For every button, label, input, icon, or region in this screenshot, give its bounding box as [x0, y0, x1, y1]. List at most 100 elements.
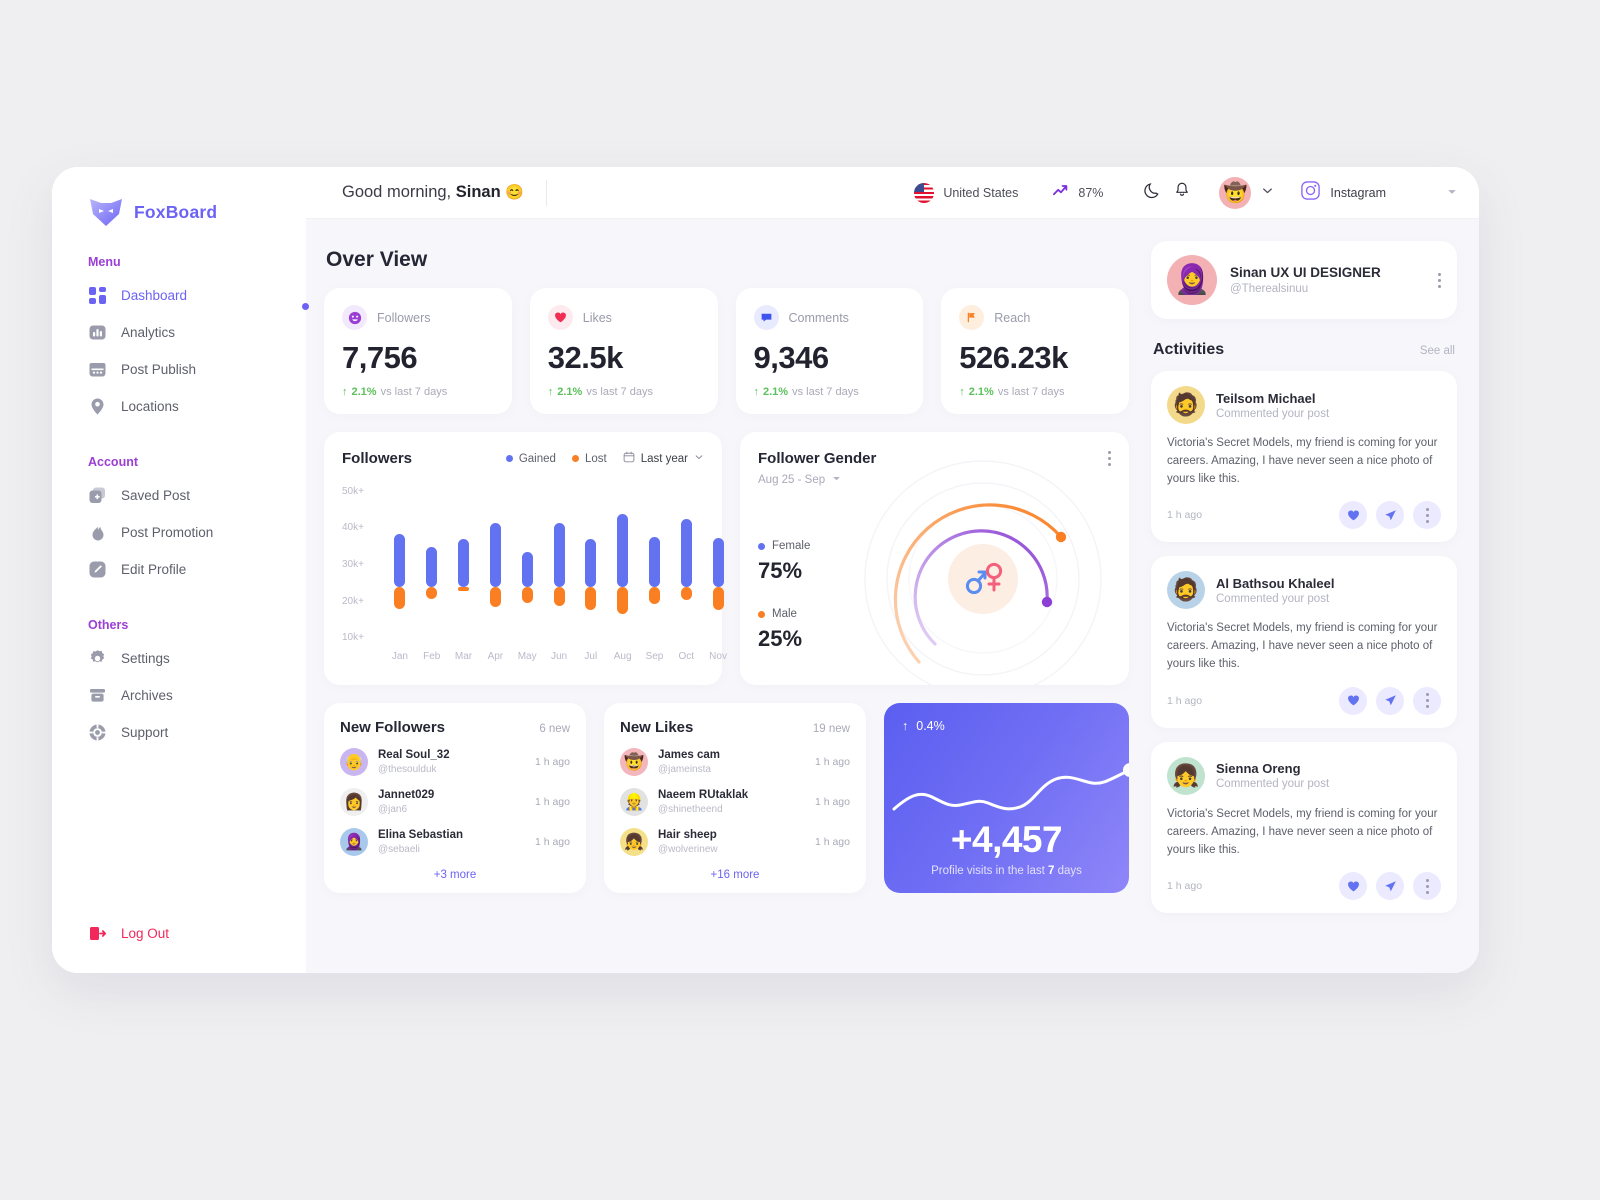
y-tick-label: 50k+	[342, 485, 364, 497]
new-followers-count: 6 new	[539, 723, 570, 735]
bar-segment-gained	[521, 552, 533, 587]
profile-card[interactable]: 🧕 Sinan UX UI DESIGNER @Therealsinuu	[1151, 241, 1457, 319]
chart-range-label: Last year	[640, 452, 688, 465]
list-item[interactable]: 👷 Naeem RUtaklak @shinetheend 1 h ago	[620, 788, 850, 816]
sidebar-item-archives[interactable]: Archives	[52, 677, 306, 714]
activity-time: 1 h ago	[1167, 694, 1203, 707]
sidebar-item-support[interactable]: Support	[52, 714, 306, 751]
bar-column[interactable]	[394, 481, 406, 649]
activity-header: 👧 Sienna Oreng Commented your post	[1167, 756, 1441, 795]
right-panel: 🧕 Sinan UX UI DESIGNER @Therealsinuu Act…	[1147, 219, 1479, 973]
share-button[interactable]	[1376, 686, 1404, 715]
bar-column[interactable]	[426, 481, 438, 649]
sidebar-item-edit-profile[interactable]: Edit Profile	[52, 551, 306, 588]
brand-logo[interactable]: FoxBoard	[52, 189, 306, 227]
archive-icon	[88, 686, 107, 705]
logout-button[interactable]: Log Out	[52, 924, 306, 973]
list-item[interactable]: 👧 Hair sheep @wolverinew 1 h ago	[620, 828, 850, 856]
send-icon	[1384, 695, 1396, 706]
country-selector[interactable]: United States	[914, 182, 1018, 203]
sidebar-item-post-promotion[interactable]: Post Promotion	[52, 514, 306, 551]
activity-menu-button[interactable]	[1413, 501, 1441, 530]
send-icon	[1384, 510, 1396, 521]
kebab-menu-icon	[1425, 507, 1429, 523]
kebab-menu-icon[interactable]	[1438, 272, 1441, 288]
y-tick-label: 20k+	[342, 595, 364, 607]
list-item[interactable]: 👩 Jannet029 @jan6 1 h ago	[340, 788, 570, 816]
sidebar-item-saved-post[interactable]: Saved Post	[52, 477, 306, 514]
bar-segment-gained	[553, 523, 565, 587]
user-menu[interactable]: 🤠	[1219, 176, 1274, 209]
dark-mode-toggle[interactable]	[1137, 178, 1167, 208]
trend-indicator: 87%	[1052, 182, 1103, 204]
stat-card-reach[interactable]: Reach 526.23k ↑ 2.1% vs last 7 days	[941, 288, 1129, 414]
stat-card-followers[interactable]: Followers 7,756 ↑ 2.1% vs last 7 days	[324, 288, 512, 414]
activity-name: Al Bathsou Khaleel	[1216, 575, 1335, 591]
notifications-button[interactable]	[1167, 178, 1197, 208]
caret-down-icon	[832, 474, 841, 486]
stat-header: Reach	[959, 305, 1111, 330]
arrow-up-icon: ↑	[342, 386, 348, 398]
see-all-link[interactable]: See all	[1420, 345, 1455, 357]
like-button[interactable]	[1339, 686, 1367, 715]
list-item[interactable]: 👴 Real Soul_32 @thesoulduk 1 h ago	[340, 748, 570, 776]
activity-header: 🧔 Teilsom Michael Commented your post	[1167, 386, 1441, 424]
like-name: James cam	[658, 749, 721, 762]
profile-visits-caption: Profile visits in the last 7 days	[902, 865, 1111, 877]
bar-column[interactable]	[553, 481, 565, 649]
activity-body: Victoria's Secret Models, my friend is c…	[1167, 622, 1438, 671]
arrow-up-icon: ↑	[753, 386, 760, 398]
bar-column[interactable]	[648, 481, 660, 649]
platform-selector[interactable]: Instagram	[1300, 180, 1457, 206]
bar-segment-gained	[489, 523, 501, 587]
activity-card: 🧔 Al Bathsou Khaleel Commented your post…	[1151, 556, 1457, 728]
bookmark-add-icon	[88, 486, 107, 505]
sidebar-item-locations[interactable]: Locations	[52, 388, 306, 425]
sidebar-item-label: Edit Profile	[121, 562, 187, 577]
stat-footer: ↑ 2.1% vs last 7 days	[959, 386, 1111, 398]
share-button[interactable]	[1376, 872, 1404, 901]
heart-icon	[1347, 695, 1359, 706]
stat-header: Followers	[342, 305, 494, 330]
bar-column[interactable]	[712, 481, 724, 649]
chevron-down-icon	[1261, 184, 1274, 202]
new-likes-more-link[interactable]: +16 more	[620, 869, 850, 881]
activity-action: Commented your post	[1216, 778, 1330, 791]
activity-menu-button[interactable]	[1413, 872, 1441, 901]
profile-visits-card[interactable]: ↑ 0.4% +4,457 Profile visits in the last…	[884, 703, 1129, 893]
bar-column[interactable]	[680, 481, 692, 649]
like-handle: @jameinsta	[658, 763, 711, 775]
sidebar-item-label: Dashboard	[121, 288, 188, 303]
bar-column[interactable]	[617, 481, 629, 649]
sidebar-item-post-publish[interactable]: Post Publish	[52, 351, 306, 388]
bars-plot	[380, 481, 724, 649]
activities-title: Activities	[1153, 341, 1225, 358]
bar-column[interactable]	[489, 481, 501, 649]
bar-column[interactable]	[585, 481, 597, 649]
new-followers-more-link[interactable]: +3 more	[340, 869, 570, 881]
sidebar-item-label: Settings	[121, 651, 170, 666]
chart-range-selector[interactable]: Last year	[623, 451, 704, 466]
flame-icon	[88, 523, 107, 542]
flag-icon	[959, 305, 985, 330]
share-button[interactable]	[1376, 501, 1404, 530]
sidebar-item-analytics[interactable]: Analytics	[52, 314, 306, 351]
gender-date-label: Aug 25 - Sep	[758, 474, 826, 486]
like-button[interactable]	[1339, 872, 1367, 901]
list-item[interactable]: 🧕 Elina Sebastian @sebaeli 1 h ago	[340, 828, 570, 856]
list-item[interactable]: 🤠 James cam @jameinsta 1 h ago	[620, 748, 850, 776]
grid-icon	[88, 286, 107, 305]
stat-footer: ↑ 2.1% vs last 7 days	[754, 386, 906, 398]
like-button[interactable]	[1339, 501, 1367, 530]
sidebar-item-settings[interactable]: Settings	[52, 640, 306, 677]
sidebar-section-account-title: Account	[88, 455, 138, 469]
sidebar-item-dashboard[interactable]: Dashboard	[52, 277, 306, 314]
caption-after: days	[1054, 865, 1082, 877]
bar-column[interactable]	[521, 481, 533, 649]
stat-card-likes[interactable]: Likes 32.5k ↑ 2.1% vs last 7 days	[529, 288, 718, 414]
follower-time: 1 h ago	[534, 796, 570, 808]
stat-card-comments[interactable]: Comments 9,346 ↑ 2.1% vs last 7 days	[735, 288, 924, 414]
bar-column[interactable]	[458, 481, 470, 649]
x-tick-label: Sep	[645, 651, 664, 662]
activity-menu-button[interactable]	[1413, 686, 1441, 715]
